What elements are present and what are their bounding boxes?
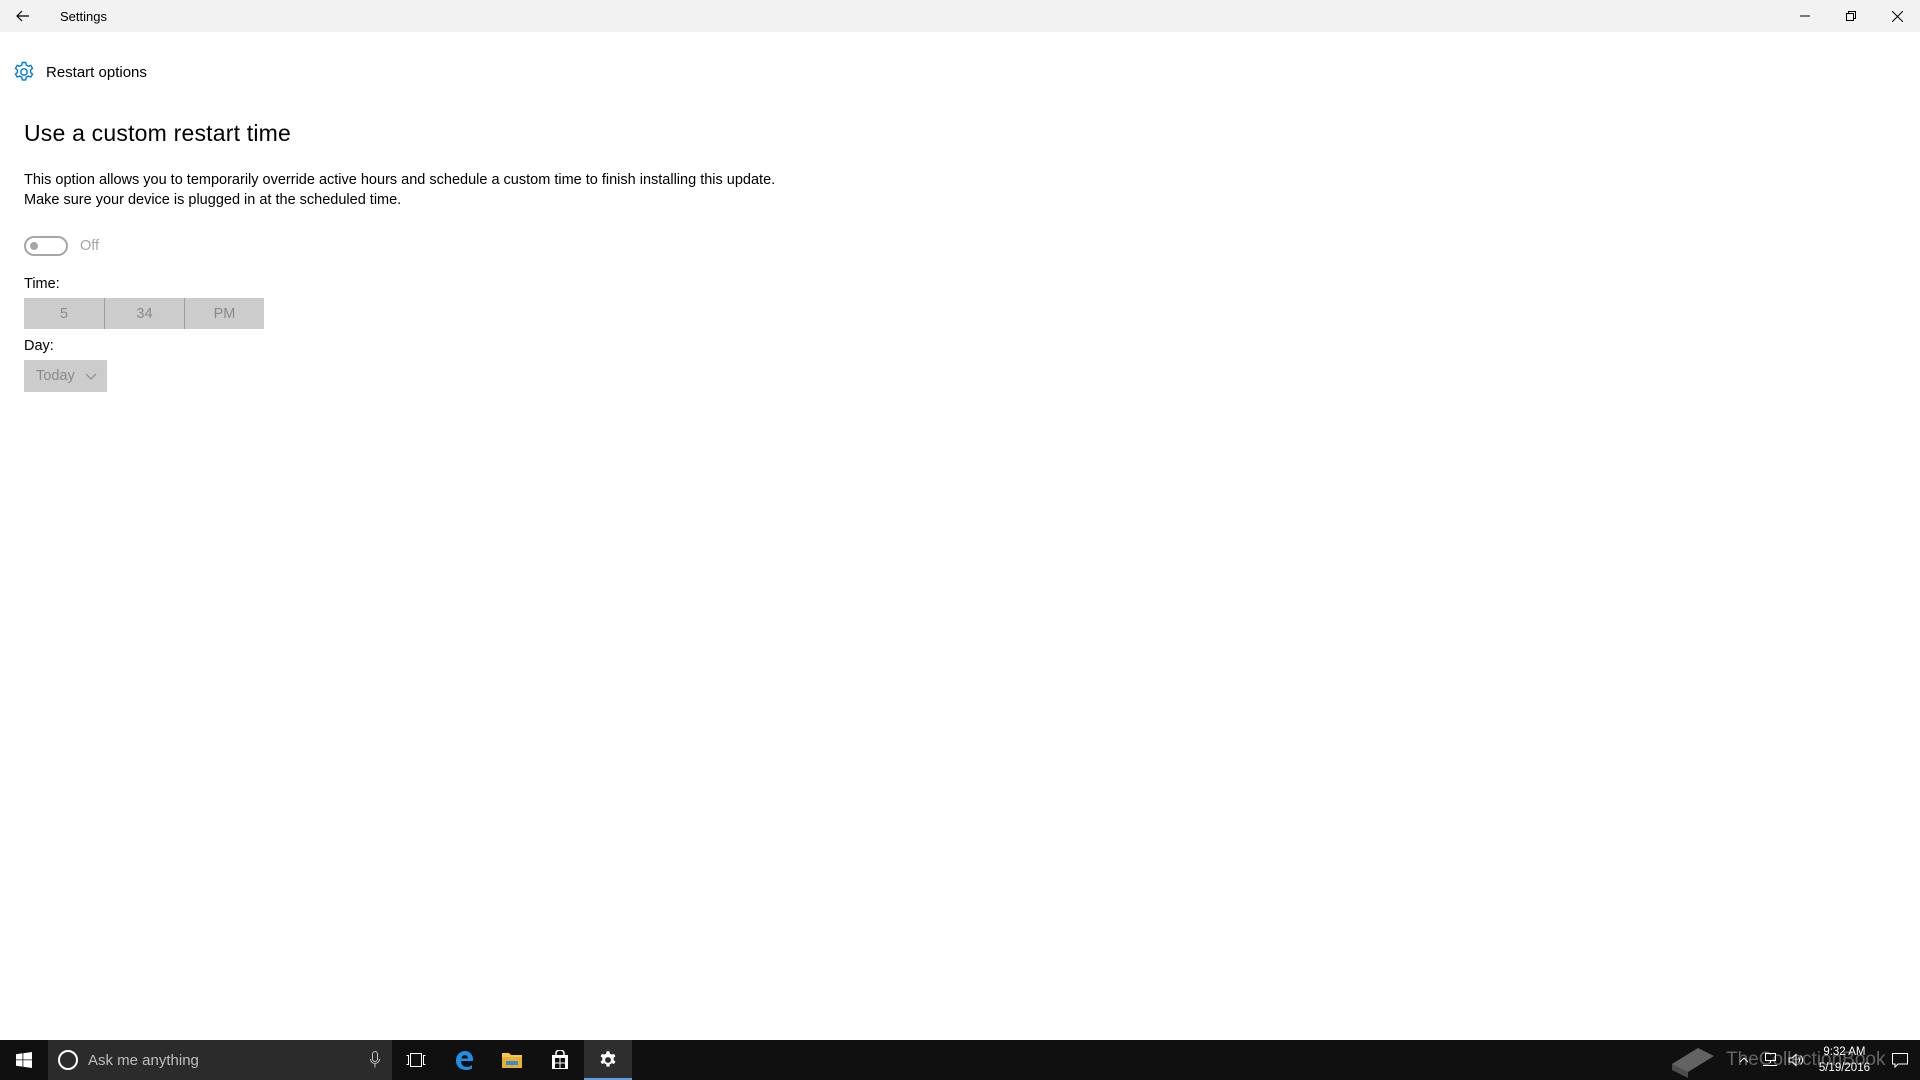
- microphone-icon[interactable]: [370, 1051, 380, 1068]
- day-label: Day:: [24, 338, 54, 354]
- title-bar: Settings: [0, 0, 1920, 32]
- file-explorer-button[interactable]: [488, 1040, 536, 1080]
- time-label: Time:: [24, 276, 60, 292]
- store-button[interactable]: [536, 1040, 584, 1080]
- section-description: This option allows you to temporarily ov…: [24, 170, 775, 210]
- time-period[interactable]: PM: [184, 298, 264, 329]
- back-button[interactable]: [0, 0, 46, 32]
- network-button[interactable]: [1757, 1040, 1783, 1080]
- search-box[interactable]: Ask me anything: [48, 1040, 392, 1080]
- start-button[interactable]: [0, 1040, 48, 1080]
- close-button[interactable]: [1874, 0, 1920, 32]
- page-title: Restart options: [46, 63, 147, 81]
- custom-restart-toggle-row: Off: [24, 236, 775, 256]
- network-icon: [1762, 1053, 1777, 1066]
- action-center-button[interactable]: [1880, 1040, 1920, 1080]
- restore-icon: [1846, 11, 1856, 21]
- time-hour[interactable]: 5: [24, 298, 104, 329]
- folder-icon: [502, 1053, 522, 1068]
- task-view-icon: [406, 1053, 426, 1067]
- time-minute[interactable]: 34: [104, 298, 184, 329]
- chevron-up-icon: [1739, 1057, 1749, 1063]
- back-arrow-icon: [16, 10, 29, 22]
- taskbar: Ask me anything 9:32 AM 5/19/2016: [0, 1040, 1920, 1080]
- clock-date: 5/19/2016: [1818, 1062, 1870, 1074]
- search-placeholder: Ask me anything: [88, 1051, 199, 1069]
- minimize-icon: [1800, 15, 1810, 17]
- show-hidden-icons-button[interactable]: [1731, 1040, 1757, 1080]
- cortana-icon: [58, 1050, 78, 1070]
- volume-button[interactable]: [1783, 1040, 1809, 1080]
- minimize-button[interactable]: [1782, 0, 1828, 32]
- gear-icon: [14, 61, 34, 81]
- custom-restart-toggle[interactable]: [24, 236, 68, 256]
- window-title: Settings: [60, 8, 107, 24]
- clock[interactable]: 9:32 AM 5/19/2016: [1809, 1044, 1880, 1076]
- description-line-2: Make sure your device is plugged in at t…: [24, 192, 402, 208]
- main-content: Use a custom restart time This option al…: [24, 120, 775, 392]
- day-selected-value: Today: [36, 368, 75, 384]
- edge-browser-button[interactable]: [440, 1040, 488, 1080]
- system-tray: 9:32 AM 5/19/2016: [1731, 1040, 1920, 1080]
- description-line-1: This option allows you to temporarily ov…: [24, 172, 776, 188]
- toggle-state-label: Off: [80, 238, 100, 254]
- gear-icon: [600, 1051, 616, 1067]
- toggle-knob: [30, 242, 38, 250]
- chevron-down-icon: [85, 373, 97, 380]
- page-header: Restart options: [12, 60, 147, 84]
- close-icon: [1891, 10, 1903, 22]
- edge-icon: [456, 1051, 473, 1070]
- windows-logo-icon: [16, 1052, 32, 1068]
- clock-time: 9:32 AM: [1823, 1046, 1866, 1058]
- store-bag-icon: [552, 1050, 568, 1069]
- time-picker[interactable]: 5 34 PM: [24, 298, 775, 329]
- task-view-button[interactable]: [392, 1040, 440, 1080]
- restore-button[interactable]: [1828, 0, 1874, 32]
- window-controls: [1782, 0, 1920, 32]
- day-dropdown[interactable]: Today: [24, 360, 107, 392]
- notification-icon: [1892, 1052, 1908, 1068]
- speaker-icon: [1788, 1053, 1803, 1067]
- section-title: Use a custom restart time: [24, 120, 292, 146]
- settings-taskbar-button[interactable]: [584, 1040, 632, 1080]
